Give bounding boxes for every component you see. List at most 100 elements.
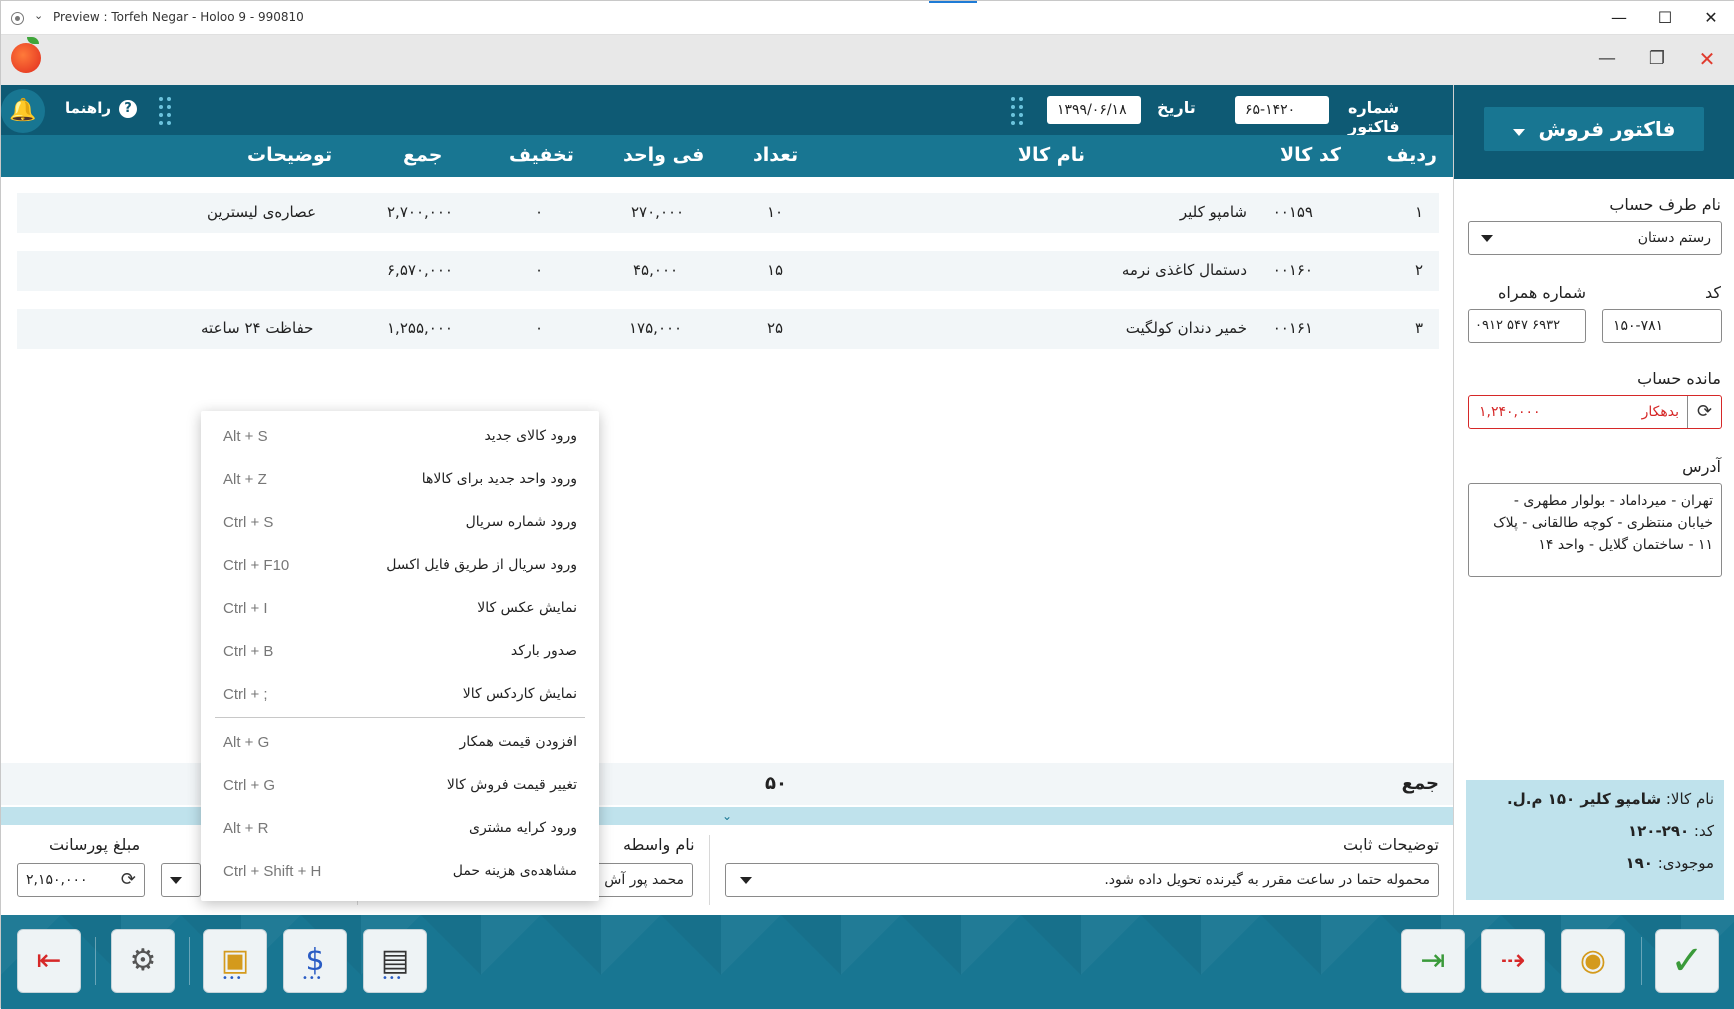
menu-item-serial[interactable]: ورود شماره سریال Ctrl + S bbox=[201, 503, 599, 541]
menu-item-barcode[interactable]: صدور بارکد Ctrl + B bbox=[201, 632, 599, 670]
menu-item-partner-price[interactable]: افزودن قیمت همکار Alt + G bbox=[201, 723, 599, 761]
bell-icon[interactable]: 🔔 bbox=[1, 89, 45, 133]
maximize-icon[interactable]: ☐ bbox=[1645, 5, 1685, 31]
menu-item-shortcut: Ctrl + S bbox=[223, 514, 274, 531]
mobile-field[interactable]: ۰۹۱۲ ۵۴۷ ۶۹۳۲ bbox=[1468, 309, 1586, 343]
payment-button[interactable]: $ ••• bbox=[283, 929, 347, 993]
preview-button[interactable]: ◉ bbox=[1561, 929, 1625, 993]
window-title: Preview : Torfeh Negar - Holoo 9 - 99081… bbox=[53, 10, 304, 24]
drag-handle-icon[interactable] bbox=[159, 97, 173, 125]
col-discount[interactable]: تخفیف bbox=[509, 144, 574, 166]
info-name: نام کالا: شامپو کلیر ۱۵۰ م.ل. bbox=[1476, 790, 1714, 808]
refresh-icon[interactable]: ⟳ bbox=[121, 864, 136, 896]
import-button[interactable]: ⇥ bbox=[1401, 929, 1465, 993]
notes-field[interactable]: محموله حتما در ساعت مقرر به گیرنده تحویل… bbox=[725, 863, 1439, 897]
chevron-down-icon bbox=[1512, 129, 1525, 136]
cell-unit-price: ۴۵,۰۰۰ bbox=[633, 261, 679, 279]
menu-item-label: ورود واحد جدید برای کالاها bbox=[421, 471, 577, 487]
app-logo-icon bbox=[11, 37, 41, 73]
exit-button[interactable]: ⇤ bbox=[17, 929, 81, 993]
menu-item-shortcut: Alt + G bbox=[223, 734, 270, 751]
menu-item-shortcut: Ctrl + B bbox=[223, 643, 274, 660]
settings-button[interactable]: ⚙ bbox=[111, 929, 175, 993]
col-code[interactable]: کد کالا bbox=[1280, 144, 1341, 166]
col-total[interactable]: جمع bbox=[403, 144, 442, 166]
cell-row: ۲ bbox=[1414, 261, 1423, 279]
menu-item-change-price[interactable]: تغییر قیمت فروش کالا Ctrl + G bbox=[201, 766, 599, 804]
invoice-number-field[interactable]: ۶۵-۱۴۲۰ bbox=[1235, 96, 1329, 124]
code-field[interactable]: ۱۵۰-۷۸۱ bbox=[1602, 309, 1722, 343]
menu-item-new-product[interactable]: ورود کالای جدید Alt + S bbox=[201, 417, 599, 455]
close-icon[interactable]: ✕ bbox=[1691, 45, 1723, 73]
chevron-down-icon bbox=[170, 877, 182, 884]
confirm-button[interactable]: ✓ bbox=[1655, 929, 1719, 993]
account-field[interactable]: رستم دستان bbox=[1468, 221, 1722, 255]
menu-item-label: نمایش کاردکس کالا bbox=[462, 686, 577, 702]
cell-row: ۳ bbox=[1414, 319, 1423, 337]
menu-item-shortcut: Ctrl + I bbox=[223, 600, 268, 617]
cell-code: ۰۰۱۶۰ bbox=[1272, 261, 1313, 279]
chevron-down-icon bbox=[740, 877, 752, 884]
dropdown-field[interactable] bbox=[161, 863, 201, 897]
commission-field[interactable]: ۲,۱۵۰,۰۰۰ ⟳ bbox=[17, 863, 145, 897]
balance-field[interactable]: ۱,۲۴۰,۰۰۰ بدهکار ⟳ bbox=[1468, 395, 1722, 429]
more-dots-icon: ••• bbox=[382, 973, 403, 984]
product-info-box: نام کالا: شامپو کلیر ۱۵۰ م.ل. کد: ۲۹۰-۱۲… bbox=[1466, 780, 1724, 900]
refresh-icon[interactable]: ⟳ bbox=[1687, 396, 1721, 428]
invoice-number-label: شماره فاکتور bbox=[1348, 98, 1400, 136]
broker-field[interactable]: محمد پور آش bbox=[591, 863, 693, 897]
col-name[interactable]: نام کالا bbox=[1018, 144, 1085, 166]
export-button[interactable]: ⇢ bbox=[1481, 929, 1545, 993]
info-stock-label: موجودی: bbox=[1657, 854, 1714, 872]
menu-item-shortcut: Alt + S bbox=[223, 428, 268, 445]
menu-item-label: مشاهده‌ی هزینه حمل bbox=[452, 863, 577, 879]
menu-item-customer-fare[interactable]: ورود کرایه مشتری Alt + R bbox=[201, 809, 599, 847]
table-row[interactable]: ۳ ۰۰۱۶۱ خمیر دندان کولگیت ۲۵ ۱۷۵,۰۰۰ ۰ ۱… bbox=[17, 309, 1439, 349]
chevron-down-icon[interactable]: ⌄ bbox=[34, 9, 43, 22]
menu-item-shortcut: Ctrl + ; bbox=[223, 686, 268, 703]
menu-item-product-image[interactable]: نمایش عکس کالا Ctrl + I bbox=[201, 589, 599, 627]
help-label: راهنما bbox=[65, 99, 111, 117]
date-field[interactable]: ۱۳۹۹/۰۶/۱۸ bbox=[1047, 96, 1141, 124]
minimize-icon[interactable]: — bbox=[1599, 5, 1639, 31]
broker-value: محمد پور آش bbox=[604, 872, 684, 888]
address-field[interactable]: تهران - میرداماد - بولوار مطهری - خیابان… bbox=[1468, 483, 1722, 577]
invoice-type-dropdown[interactable]: فاکتور فروش bbox=[1484, 107, 1704, 151]
table-row[interactable]: ۲ ۰۰۱۶۰ دستمال کاغذی نرمه ۱۵ ۴۵,۰۰۰ ۰ ۶,… bbox=[17, 251, 1439, 291]
commission-label: مبلغ پورسانت bbox=[49, 835, 141, 854]
calculator-button[interactable]: ▤ ••• bbox=[363, 929, 427, 993]
cell-discount: ۰ bbox=[535, 203, 544, 221]
cell-discount: ۰ bbox=[535, 319, 544, 337]
table-header: ردیف کد کالا نام کالا تعداد فی واحد تخفی… bbox=[1, 135, 1453, 177]
menu-item-new-unit[interactable]: ورود واحد جدید برای کالاها Alt + Z bbox=[201, 460, 599, 498]
menu-item-kardex[interactable]: نمایش کاردکس کالا Ctrl + ; bbox=[201, 675, 599, 713]
cell-discount: ۰ bbox=[535, 261, 544, 279]
col-qty[interactable]: تعداد bbox=[753, 144, 798, 166]
cell-row: ۱ bbox=[1414, 203, 1423, 221]
col-unit-price[interactable]: فی واحد bbox=[623, 144, 704, 166]
menu-item-shortcut: Ctrl + F10 bbox=[223, 557, 290, 574]
help-button[interactable]: ? راهنما bbox=[65, 99, 137, 118]
chevron-down-icon bbox=[1481, 235, 1493, 242]
info-name-value: شامپو کلیر ۱۵۰ م.ل. bbox=[1507, 790, 1662, 808]
import-doc-icon: ⇥ bbox=[1420, 943, 1446, 978]
drag-handle-icon[interactable] bbox=[1011, 97, 1025, 125]
exit-icon: ⇤ bbox=[36, 943, 62, 978]
restore-icon[interactable]: ❐ bbox=[1641, 45, 1673, 73]
divider bbox=[95, 937, 96, 985]
balance-label: مانده حساب bbox=[1637, 369, 1721, 388]
info-code: کد: ۲۹۰-۱۲۰ bbox=[1476, 822, 1714, 840]
menu-item-serial-excel[interactable]: ورود سریال از طریق فایل اکسل Ctrl + F10 bbox=[201, 546, 599, 584]
col-desc[interactable]: توضیحات bbox=[247, 144, 332, 166]
products-button[interactable]: ▣ ••• bbox=[203, 929, 267, 993]
col-row[interactable]: ردیف bbox=[1387, 144, 1437, 166]
table-row[interactable]: ۱ ۰۰۱۵۹ شامپو کلیر ۱۰ ۲۷۰,۰۰۰ ۰ ۲,۷۰۰,۰۰… bbox=[17, 193, 1439, 233]
title-accent bbox=[929, 1, 977, 3]
minimize-icon[interactable]: — bbox=[1591, 45, 1623, 73]
menu-item-shortcut: Alt + R bbox=[223, 820, 269, 837]
chevron-down-icon: ⌄ bbox=[721, 809, 733, 823]
cell-unit-price: ۲۷۰,۰۰۰ bbox=[631, 203, 685, 221]
menu-item-shipping-cost[interactable]: مشاهده‌ی هزینه حمل Ctrl + Shift + H bbox=[201, 852, 599, 890]
record-icon[interactable] bbox=[11, 12, 24, 25]
close-icon[interactable]: ✕ bbox=[1691, 5, 1731, 31]
